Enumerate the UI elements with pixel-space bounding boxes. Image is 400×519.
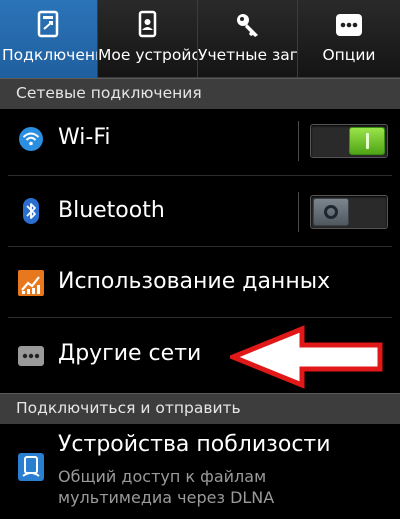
nearby-devices-icon (18, 453, 44, 481)
annotation-arrow-icon (230, 325, 383, 389)
divider (8, 246, 392, 247)
nearby-devices-label: Устройства поблизости (58, 432, 331, 457)
nearby-devices-row[interactable]: Устройства поблизости Общий доступ к фай… (0, 424, 400, 519)
section-header-network: Сетевые подключения (0, 78, 400, 109)
bluetooth-toggle[interactable] (310, 195, 388, 229)
subtitle-line: Общий доступ к файлам (58, 467, 267, 486)
data-usage-label: Использование данных (58, 269, 331, 294)
toggle-knob (349, 127, 385, 155)
tab-bar: Подключения Мое устройство Учетные запис… (0, 0, 400, 78)
more-networks-icon (18, 343, 44, 369)
other-networks-label: Другие сети (58, 341, 202, 366)
tab-label: Мое устройство (98, 46, 197, 64)
wifi-row[interactable]: Wi-Fi (0, 109, 400, 173)
wifi-toggle[interactable] (310, 124, 388, 158)
section-title: Сетевые подключения (16, 84, 202, 102)
data-usage-icon (18, 270, 44, 296)
divider-vertical (298, 121, 299, 161)
data-usage-row[interactable]: Использование данных (0, 249, 400, 315)
key-icon (233, 8, 263, 40)
more-icon (334, 8, 364, 40)
divider (8, 317, 392, 318)
bluetooth-label: Bluetooth (58, 198, 165, 223)
section-title: Подключиться и отправить (16, 399, 241, 417)
wifi-icon (18, 126, 44, 152)
tab-my-device[interactable]: Мое устройство (98, 0, 198, 78)
device-icon (133, 8, 163, 40)
tab-label: Опции (322, 46, 376, 64)
toggle-knob (313, 198, 349, 226)
wifi-label: Wi-Fi (58, 125, 111, 150)
tab-label: Подключения (2, 46, 97, 64)
nearby-devices-subtitle: Общий доступ к файлам мультимедиа через … (58, 466, 274, 508)
divider (8, 175, 392, 176)
tab-accounts[interactable]: Учетные записи (198, 0, 298, 78)
connections-icon (34, 8, 64, 40)
bluetooth-row[interactable]: Bluetooth (0, 178, 400, 244)
bluetooth-icon (18, 198, 44, 224)
tab-connections[interactable]: Подключения (0, 0, 98, 78)
tab-label: Учетные записи (198, 46, 297, 64)
subtitle-line: мультимедиа через DLNA (58, 488, 275, 507)
tab-options[interactable]: Опции (298, 0, 400, 78)
section-header-connect-share: Подключиться и отправить (0, 393, 400, 424)
divider-vertical (298, 192, 299, 232)
